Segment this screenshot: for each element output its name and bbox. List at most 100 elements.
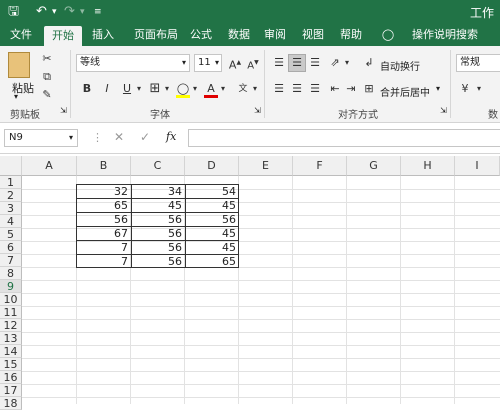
decrease-font-size-icon[interactable]: A▼ (244, 54, 262, 72)
formula-input[interactable] (188, 129, 500, 147)
undo-icon[interactable]: ↶ (36, 3, 47, 21)
name-box[interactable]: N9 ▾ (4, 129, 78, 147)
font-launcher-icon[interactable]: ⇲ (254, 106, 261, 115)
row-header[interactable]: 6 (0, 241, 22, 254)
row-header[interactable]: 16 (0, 371, 22, 384)
row-header[interactable]: 17 (0, 384, 22, 397)
table-cell[interactable]: 34 (131, 185, 184, 198)
align-bottom-icon[interactable]: ☰ (306, 54, 324, 72)
row-header[interactable]: 3 (0, 202, 22, 215)
wrap-text-label[interactable]: 自动换行 (380, 58, 420, 73)
fill-color-dropdown-icon[interactable]: ▾ (190, 80, 200, 98)
bold-button[interactable]: B (78, 80, 96, 98)
orientation-dropdown-icon[interactable]: ▾ (342, 54, 352, 72)
row-header[interactable]: 15 (0, 358, 22, 371)
table-cell[interactable]: 45 (131, 199, 184, 212)
row-header[interactable]: 14 (0, 345, 22, 358)
tab-review[interactable]: 审阅 (258, 24, 292, 46)
clipboard-launcher-icon[interactable]: ⇲ (60, 106, 67, 115)
paste-icon[interactable] (8, 52, 30, 78)
font-size-select[interactable]: 11 ▾ (194, 54, 222, 72)
tab-help[interactable]: 帮助 (334, 24, 368, 46)
tab-file[interactable]: 文件 (2, 24, 40, 46)
borders-dropdown-icon[interactable]: ▾ (162, 80, 172, 98)
font-name-select[interactable]: 等线 ▾ (76, 54, 190, 72)
table-cell[interactable]: 45 (185, 199, 238, 212)
table-cell[interactable]: 56 (131, 213, 184, 226)
row-header[interactable]: 10 (0, 293, 22, 306)
table-cell[interactable]: 67 (77, 227, 130, 240)
table-cell[interactable]: 45 (185, 227, 238, 240)
table-cell[interactable]: 65 (77, 199, 130, 212)
copy-icon[interactable]: ⧉ (38, 68, 56, 86)
align-right-icon[interactable]: ☰ (306, 80, 324, 98)
underline-dropdown-icon[interactable]: ▾ (134, 80, 144, 98)
alignment-launcher-icon[interactable]: ⇲ (440, 106, 447, 115)
column-header[interactable]: B (77, 156, 131, 176)
customize-toolbar-icon[interactable]: ≡ (94, 3, 102, 21)
save-icon[interactable]: 🖫 (8, 3, 19, 21)
paste-dropdown-icon[interactable]: ▾ (14, 92, 18, 101)
table-cell[interactable]: 56 (131, 227, 184, 240)
table-cell[interactable]: 54 (185, 185, 238, 198)
merge-dropdown-icon[interactable]: ▾ (436, 84, 440, 93)
table-cell[interactable]: 45 (185, 241, 238, 254)
column-header[interactable]: F (293, 156, 347, 176)
row-header[interactable]: 1 (0, 176, 22, 189)
tab-insert[interactable]: 插入 (86, 24, 120, 46)
redo-dropdown-icon[interactable]: ▾ (80, 3, 85, 21)
chevron-down-icon[interactable]: ▾ (69, 130, 73, 146)
wrap-text-icon[interactable]: ↲ (360, 54, 378, 72)
align-center-icon[interactable]: ☰ (288, 80, 306, 98)
table-cell[interactable]: 7 (77, 241, 130, 254)
row-header[interactable]: 2 (0, 189, 22, 202)
accounting-format-icon[interactable]: ¥ (456, 80, 474, 98)
row-header[interactable]: 13 (0, 332, 22, 345)
row-header-selected[interactable]: 9 (0, 280, 22, 293)
cut-icon[interactable]: ✂ (38, 50, 56, 68)
font-color-dropdown-icon[interactable]: ▾ (218, 80, 228, 98)
align-middle-icon[interactable]: ☰ (288, 54, 306, 72)
merge-center-label[interactable]: 合并后居中 (380, 84, 430, 99)
italic-button[interactable]: I (98, 80, 116, 98)
select-all-button[interactable] (0, 156, 22, 176)
column-header[interactable]: G (347, 156, 401, 176)
column-header[interactable]: A (22, 156, 77, 176)
column-header[interactable]: E (239, 156, 293, 176)
column-header[interactable]: C (131, 156, 185, 176)
increase-indent-icon[interactable]: ⇥ (342, 80, 360, 98)
table-cell[interactable]: 56 (131, 241, 184, 254)
row-header[interactable]: 12 (0, 319, 22, 332)
align-left-icon[interactable]: ☰ (270, 80, 288, 98)
merge-center-icon[interactable]: ⊞ (360, 80, 378, 98)
row-header[interactable]: 7 (0, 254, 22, 267)
undo-dropdown-icon[interactable]: ▾ (52, 3, 57, 21)
tab-page-layout[interactable]: 页面布局 (126, 24, 186, 46)
accounting-dropdown-icon[interactable]: ▾ (474, 80, 484, 98)
tab-data[interactable]: 数据 (222, 24, 256, 46)
insert-function-button[interactable]: fx (166, 130, 176, 143)
column-header[interactable]: D (185, 156, 239, 176)
row-header[interactable]: 8 (0, 267, 22, 280)
tab-view[interactable]: 视图 (296, 24, 330, 46)
formula-bar-grip[interactable]: ⋮ (92, 131, 103, 144)
table-cell[interactable]: 32 (77, 185, 130, 198)
column-header[interactable]: I (455, 156, 500, 176)
confirm-entry-icon[interactable]: ✓ (140, 130, 150, 144)
tab-formulas[interactable]: 公式 (184, 24, 218, 46)
align-top-icon[interactable]: ☰ (270, 54, 288, 72)
row-header[interactable]: 4 (0, 215, 22, 228)
tell-me-search[interactable]: 操作说明搜索 (398, 24, 492, 46)
increase-font-size-icon[interactable]: A▲ (226, 54, 244, 72)
table-cell[interactable]: 56 (185, 213, 238, 226)
column-header[interactable]: H (401, 156, 455, 176)
table-cell[interactable]: 65 (185, 255, 238, 268)
phonetic-dropdown-icon[interactable]: ▾ (250, 80, 260, 98)
row-header[interactable]: 11 (0, 306, 22, 319)
row-header[interactable]: 5 (0, 228, 22, 241)
format-painter-icon[interactable]: ✎ (38, 86, 56, 104)
table-cell[interactable]: 7 (77, 255, 130, 268)
number-format-select[interactable]: 常规 (456, 54, 500, 72)
table-cell[interactable]: 56 (131, 255, 184, 268)
redo-icon[interactable]: ↷ (64, 3, 75, 21)
